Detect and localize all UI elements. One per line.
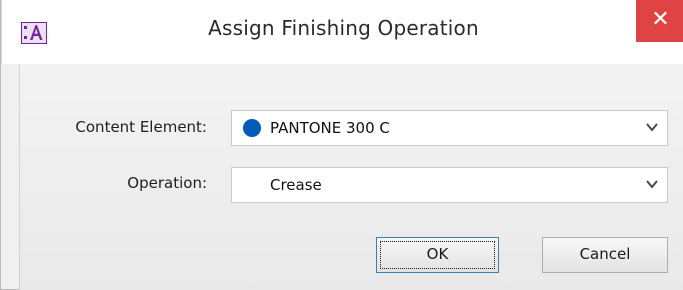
title-bar[interactable]: Assign Finishing Operation ✕: [1, 0, 683, 64]
content-element-dropdown[interactable]: PANTONE 300 C: [231, 110, 668, 146]
cancel-button-label: Cancel: [579, 245, 631, 263]
operation-dropdown[interactable]: Crease: [231, 167, 668, 203]
close-icon: ✕: [651, 7, 670, 32]
operation-value: Crease: [270, 176, 322, 194]
content-element-value: PANTONE 300 C: [270, 119, 390, 137]
operation-label: Operation:: [127, 174, 207, 192]
color-swatch-icon: [243, 119, 261, 137]
chevron-down-icon[interactable]: [645, 120, 659, 134]
close-button[interactable]: ✕: [636, 0, 683, 42]
cancel-button[interactable]: Cancel: [542, 237, 668, 273]
dialog-title: Assign Finishing Operation: [208, 16, 479, 40]
focus-rectangle: [380, 241, 495, 269]
content-element-label: Content Element:: [75, 118, 207, 136]
chevron-down-icon[interactable]: [645, 177, 659, 191]
ok-button[interactable]: OK: [376, 237, 499, 273]
assign-finishing-operation-dialog: Assign Finishing Operation ✕ Content Ele…: [0, 0, 683, 290]
